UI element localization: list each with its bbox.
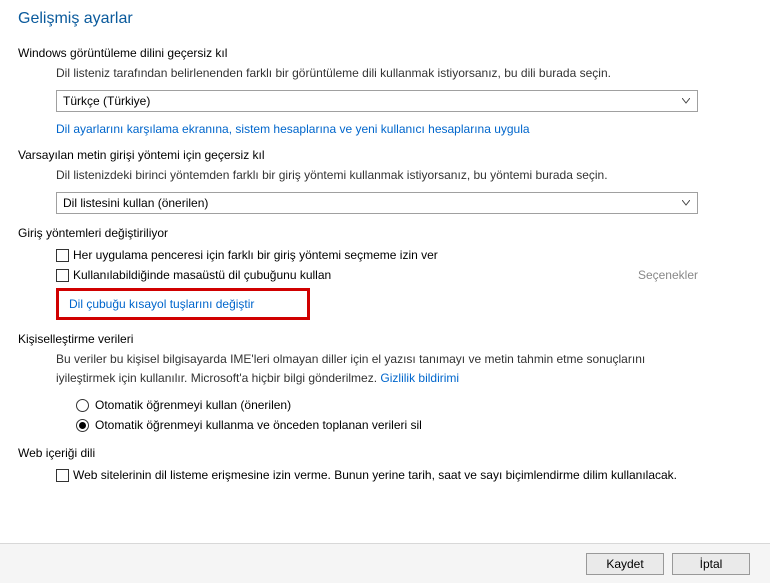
desktop-langbar-label: Kullanılabildiğinde masaüstü dil çubuğun… [73, 268, 331, 282]
change-langbar-hotkeys-link[interactable]: Dil çubuğu kısayol tuşlarını değiştir [69, 297, 254, 311]
display-language-dropdown[interactable]: Türkçe (Türkiye) [56, 90, 698, 112]
chevron-down-icon [681, 198, 691, 208]
options-link[interactable]: Seçenekler [638, 268, 698, 282]
auto-learn-off-label: Otomatik öğrenmeyi kullanma ve önceden t… [95, 418, 422, 432]
input-method-dropdown[interactable]: Dil listesini kullan (önerilen) [56, 192, 698, 214]
footer-bar: Kaydet İptal [0, 543, 770, 583]
section-input-method-desc: Dil listenizdeki birinci yöntemden farkl… [56, 166, 752, 184]
privacy-statement-link[interactable]: Gizlilik bildirimi [380, 369, 459, 388]
auto-learn-off-radio[interactable] [76, 419, 89, 432]
section-display-language-heading: Windows görüntüleme dilini geçersiz kıl [18, 46, 752, 60]
desktop-langbar-checkbox[interactable] [56, 269, 69, 282]
section-personalization-heading: Kişiselleştirme verileri [18, 332, 752, 346]
auto-learn-on-radio[interactable] [76, 399, 89, 412]
section-input-method-heading: Varsayılan metin girişi yöntemi için geç… [18, 148, 752, 162]
block-website-lang-label: Web sitelerinin dil listeme erişmesine i… [73, 468, 677, 482]
apply-language-settings-link[interactable]: Dil ayarlarını karşılama ekranına, siste… [56, 122, 530, 136]
save-button[interactable]: Kaydet [586, 553, 664, 575]
per-window-input-label: Her uygulama penceresi için farklı bir g… [73, 248, 438, 262]
section-switch-input-heading: Giriş yöntemleri değiştiriliyor [18, 226, 752, 240]
input-method-value: Dil listesini kullan (önerilen) [63, 196, 208, 210]
highlighted-hotkey-box: Dil çubuğu kısayol tuşlarını değiştir [56, 288, 310, 320]
block-website-lang-checkbox[interactable] [56, 469, 69, 482]
page-title: Gelişmiş ayarlar [18, 10, 752, 28]
personalization-desc: Bu veriler bu kişisel bilgisayarda IME'l… [56, 350, 698, 388]
chevron-down-icon [681, 96, 691, 106]
auto-learn-on-label: Otomatik öğrenmeyi kullan (önerilen) [95, 398, 291, 412]
per-window-input-checkbox[interactable] [56, 249, 69, 262]
section-display-language-desc: Dil listeniz tarafından belirlenenden fa… [56, 64, 752, 82]
section-web-content-heading: Web içeriği dili [18, 446, 752, 460]
display-language-value: Türkçe (Türkiye) [63, 94, 150, 108]
cancel-button[interactable]: İptal [672, 553, 750, 575]
